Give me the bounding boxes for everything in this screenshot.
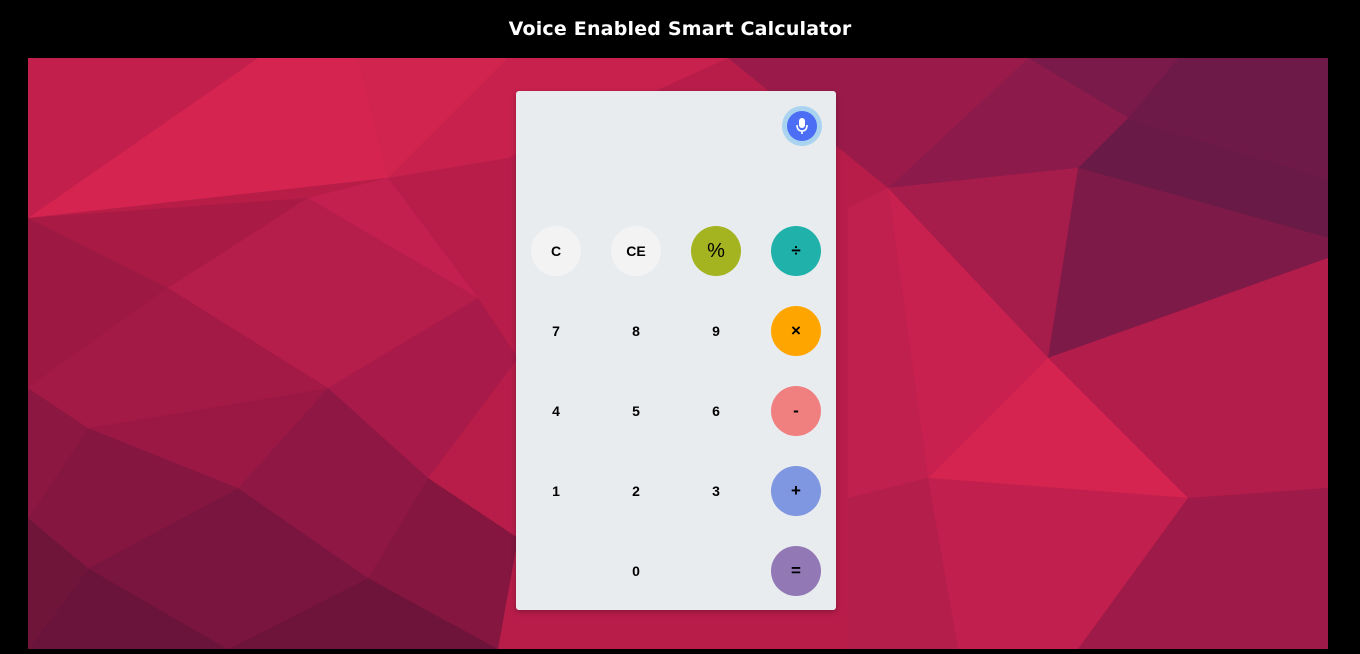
add-button[interactable]: + xyxy=(771,466,821,516)
digit-1-button[interactable]: 1 xyxy=(531,466,581,516)
percent-button[interactable]: % xyxy=(691,226,741,276)
multiply-button[interactable]: × xyxy=(771,306,821,356)
digit-0-button[interactable]: 0 xyxy=(611,546,661,596)
digit-9-button[interactable]: 9 xyxy=(691,306,741,356)
subtract-button[interactable]: - xyxy=(771,386,821,436)
page-title: Voice Enabled Smart Calculator xyxy=(508,18,852,40)
page-header: Voice Enabled Smart Calculator xyxy=(0,0,1360,58)
digit-6-button[interactable]: 6 xyxy=(691,386,741,436)
clear-entry-button[interactable]: CE xyxy=(611,226,661,276)
clear-button[interactable]: C xyxy=(531,226,581,276)
equals-button[interactable]: = xyxy=(771,546,821,596)
digit-7-button[interactable]: 7 xyxy=(531,306,581,356)
digit-2-button[interactable]: 2 xyxy=(611,466,661,516)
calculator-panel: C CE% ÷ 7 8 9 × 4 5 6- 1 2 3 +0 = xyxy=(516,91,836,610)
voice-input-button[interactable] xyxy=(782,106,822,146)
digit-5-button[interactable]: 5 xyxy=(611,386,661,436)
microphone-icon xyxy=(787,111,817,141)
digit-3-button[interactable]: 3 xyxy=(691,466,741,516)
digit-4-button[interactable]: 4 xyxy=(531,386,581,436)
digit-8-button[interactable]: 8 xyxy=(611,306,661,356)
divide-button[interactable]: ÷ xyxy=(771,226,821,276)
